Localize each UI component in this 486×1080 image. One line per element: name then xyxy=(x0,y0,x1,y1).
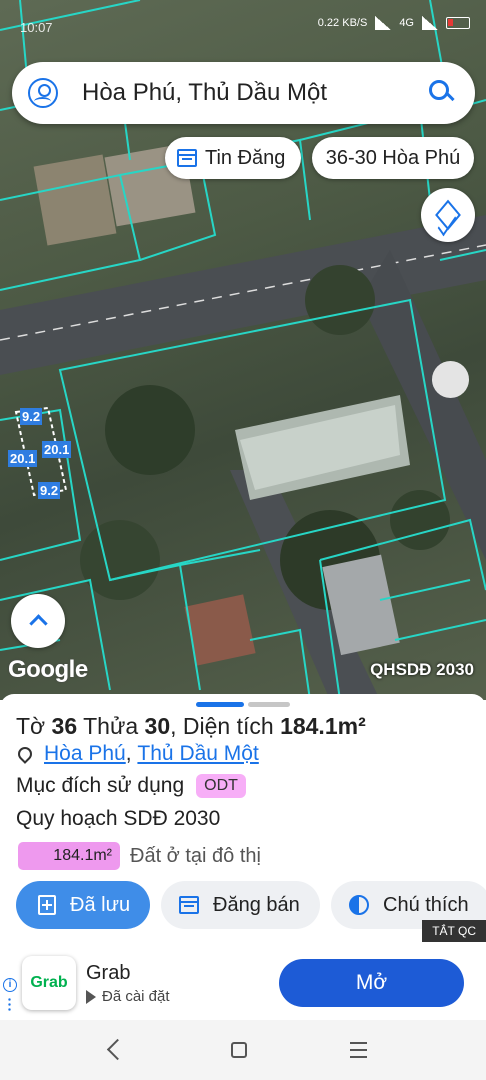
contrast-icon xyxy=(349,895,369,915)
search-bar[interactable]: Hòa Phú, Thủ Dầu Một xyxy=(12,62,475,124)
purpose-code-badge: ODT xyxy=(196,774,246,798)
dimension-label-right: 20.1 xyxy=(42,441,72,458)
ad-banner[interactable]: TẮT QC i Grab Grab Đã cài đặt Mở xyxy=(0,920,486,1020)
ad-installed: Đã cài đặt xyxy=(86,988,170,1005)
status-icons: 0.22 KB/S 4G xyxy=(318,16,470,30)
location-pin-icon xyxy=(15,744,35,764)
sell-label: Đăng bán xyxy=(213,893,300,916)
location-chip[interactable]: 36-30 Hòa Phú xyxy=(312,137,474,179)
search-query[interactable]: Hòa Phú, Thủ Dầu Một xyxy=(82,79,425,107)
location-chip-label: 36-30 Hòa Phú xyxy=(325,146,461,169)
play-store-icon xyxy=(86,989,96,1004)
battery-icon xyxy=(446,17,470,29)
sheet-handle-active[interactable] xyxy=(196,702,244,707)
ward-link[interactable]: Hòa Phú xyxy=(44,742,126,766)
dimension-label-bottom: 9.2 xyxy=(38,482,61,499)
ad-app-name: Grab xyxy=(86,962,131,984)
grab-logo: Grab xyxy=(22,956,76,1010)
plan-title: Quy hoạch SDĐ 2030 xyxy=(16,807,221,830)
hide-ad-button[interactable]: TẮT QC xyxy=(422,920,486,942)
purpose-label: Mục đích sử dụng xyxy=(16,774,185,797)
tin-dang-chip[interactable]: Tin Đăng xyxy=(165,137,301,179)
saved-label: Đã lưu xyxy=(70,893,131,916)
expand-up-button[interactable] xyxy=(11,594,65,648)
map-layer-label: QHSDĐ 2030 xyxy=(370,660,474,679)
sell-button[interactable]: Đăng bán xyxy=(161,881,320,929)
status-bar: 10:07 0.22 KB/S 4G xyxy=(0,0,486,52)
city-link[interactable]: Thủ Dầu Một xyxy=(137,742,258,766)
system-nav-bar xyxy=(0,1020,486,1080)
recent-apps-icon[interactable] xyxy=(350,1042,367,1058)
network-type: 4G xyxy=(399,17,414,29)
plan-area-description: Đất ở tại đô thị xyxy=(130,844,261,867)
saved-button[interactable]: Đã lưu xyxy=(16,881,150,929)
google-logo: Google xyxy=(8,656,88,683)
network-speed: 0.22 KB/S xyxy=(317,17,368,29)
parcel-address: Hòa Phú, Thủ Dầu Một xyxy=(15,742,259,766)
ad-info-icon[interactable]: i xyxy=(3,978,17,992)
ad-options-icon[interactable] xyxy=(8,997,11,1011)
legend-label: Chú thích xyxy=(383,893,469,916)
map-control-dot[interactable] xyxy=(432,361,469,398)
bookmark-add-icon xyxy=(38,895,56,915)
plan-area-swatch: 184.1m² xyxy=(18,842,120,870)
land-use-purpose: Mục đích sử dụng ODT xyxy=(16,774,246,798)
account-icon[interactable] xyxy=(28,78,58,108)
search-icon[interactable] xyxy=(425,76,459,110)
dimension-label-top: 9.2 xyxy=(20,408,43,425)
open-app-button[interactable]: Mở xyxy=(279,959,464,1007)
layers-button[interactable] xyxy=(421,188,475,242)
sheet-handle-inactive[interactable] xyxy=(248,702,290,707)
calendar-icon xyxy=(179,896,199,914)
dimension-label-left: 20.1 xyxy=(8,450,38,467)
plan-area-row: 184.1m² Đất ở tại đô thị xyxy=(18,842,261,870)
status-time: 10:07 xyxy=(20,20,53,35)
cell-signal-icon xyxy=(422,16,438,30)
home-icon[interactable] xyxy=(231,1042,247,1058)
wifi-signal-icon xyxy=(375,16,392,30)
tin-dang-label: Tin Đăng xyxy=(205,146,286,169)
calendar-icon xyxy=(177,149,197,167)
parcel-info-sheet[interactable]: Tờ 36 Thửa 30, Diện tích 184.1m² Hòa Phú… xyxy=(0,694,486,942)
parcel-title: Tờ 36 Thửa 30, Diện tích 184.1m² xyxy=(16,713,366,739)
